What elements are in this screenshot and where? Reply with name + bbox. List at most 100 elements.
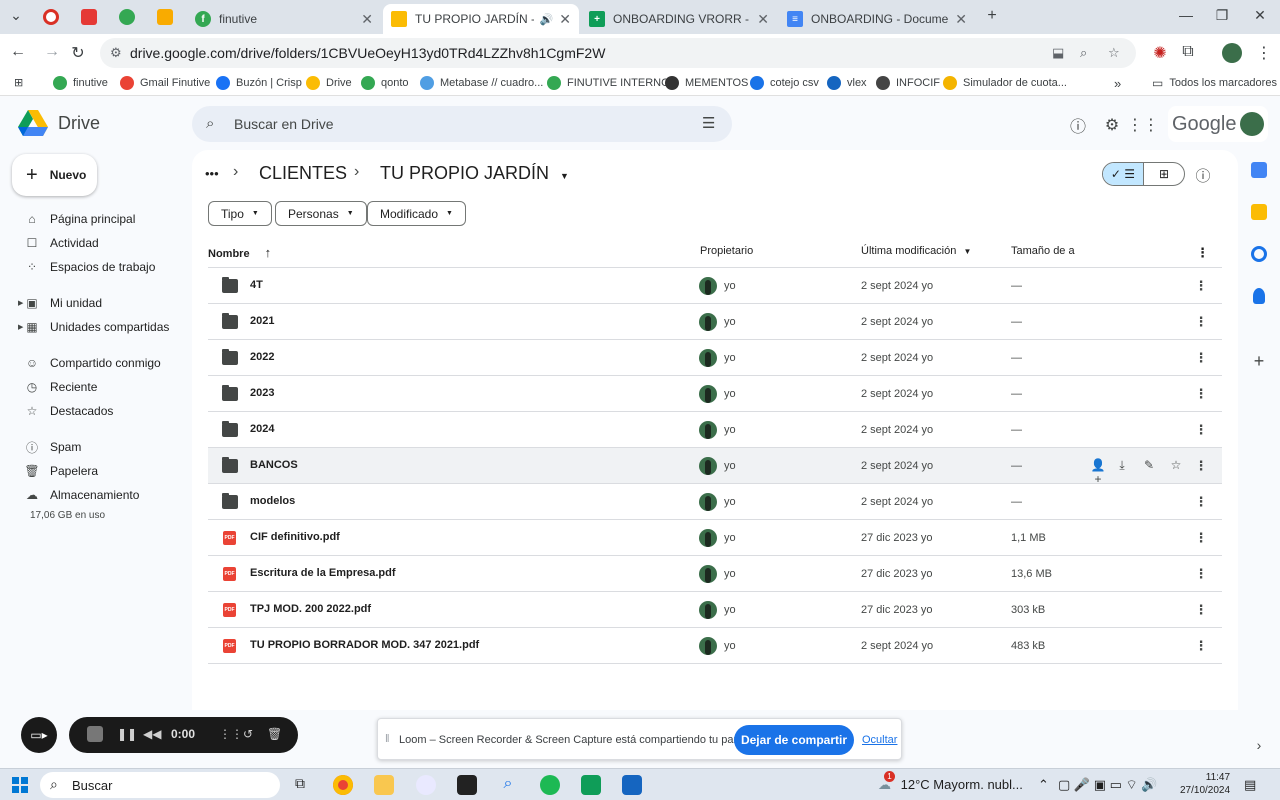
stop-recording-icon[interactable]	[87, 726, 103, 742]
file-row[interactable]: 2024 yo 2 sept 2024 yo — ⋮	[208, 412, 1222, 448]
speaker-icon[interactable]: 🔊	[540, 13, 554, 26]
keep-icon[interactable]	[1251, 204, 1267, 220]
search-options-icon[interactable]: ☰	[702, 114, 715, 132]
restart-icon[interactable]: ↺	[243, 727, 253, 741]
more-actions-icon[interactable]: ⋮	[1194, 458, 1208, 474]
file-row[interactable]: BANCOS yo 2 sept 2024 yo — 👤+ ⤓ ✎ ☆ ⋮	[208, 448, 1222, 486]
minimize-icon[interactable]: —	[1176, 7, 1196, 23]
bookmark-item[interactable]: vlex	[827, 76, 867, 90]
sidebar-item-shared-drives[interactable]: ▶ ▦ Unidades compartidas	[18, 316, 169, 338]
more-actions-icon[interactable]: ⋮	[1194, 638, 1208, 654]
chrome-menu-icon[interactable]: ⋮	[1254, 43, 1274, 63]
more-actions-icon[interactable]: ⋮	[1194, 566, 1208, 582]
bookmark-item[interactable]: Simulador de cuota...	[943, 76, 1067, 90]
sort-ascending-icon[interactable]: ↑	[265, 245, 272, 260]
star-icon[interactable]: ☆	[1168, 458, 1184, 472]
drag-handle-icon[interactable]: ‖	[385, 733, 390, 745]
google-apps-icon[interactable]: ⋮⋮	[1127, 114, 1159, 136]
more-bookmarks-icon[interactable]: »	[1114, 76, 1121, 91]
breadcrumb-parent[interactable]: CLIENTES	[259, 163, 347, 184]
list-view-icon[interactable]: ✓ ☰	[1103, 163, 1144, 185]
file-row[interactable]: PDF Escritura de la Empresa.pdf yo 27 dic 2…	[208, 556, 1222, 592]
site-info-icon[interactable]: ⚙	[110, 45, 122, 61]
column-name[interactable]: Nombre ↑	[208, 245, 271, 260]
more-actions-icon[interactable]: ⋮	[1194, 494, 1208, 510]
collapse-panel-icon[interactable]: ›	[1248, 734, 1270, 756]
all-bookmarks[interactable]: ▭ Todos los marcadores	[1152, 76, 1277, 90]
sidebar-item-activity[interactable]: ☐ Actividad	[18, 232, 99, 254]
reload-icon[interactable]: ↻	[68, 43, 88, 63]
excel-icon[interactable]	[581, 775, 601, 795]
close-tab-icon[interactable]: ✕	[361, 11, 373, 28]
drive-search-input[interactable]: ⌕ Buscar en Drive ☰	[192, 106, 732, 142]
bookmark-item[interactable]: finutive	[53, 76, 108, 90]
new-tab-button[interactable]: +	[982, 7, 1002, 25]
tab-docs[interactable]: ≡ ONBOARDING - Documentos de Google ✕	[779, 4, 975, 34]
grid-view-icon[interactable]: ⊞	[1144, 163, 1184, 185]
sidebar-item-starred[interactable]: ☆ Destacados	[18, 400, 114, 422]
taskbar-search[interactable]: ⌕ Buscar	[40, 772, 280, 798]
apps-grid-icon[interactable]: ⊞	[14, 76, 23, 89]
rewind-icon[interactable]: ◀◀	[143, 727, 161, 741]
drag-handle-icon[interactable]: ⋮⋮	[219, 727, 243, 741]
more-actions-icon[interactable]: ⋮	[1194, 422, 1208, 438]
spotify-icon[interactable]	[540, 775, 560, 795]
bookmark-item[interactable]: FINUTIVE INTERNO	[547, 76, 670, 90]
chrome-app-icon[interactable]	[333, 775, 353, 795]
bookmark-item[interactable]: INFOCIF	[876, 76, 940, 90]
sidebar-item-workspaces[interactable]: ⁘ Espacios de trabajo	[18, 256, 155, 278]
tab-search-icon[interactable]: ⌄	[6, 7, 26, 24]
pinned-tab-app[interactable]	[81, 9, 97, 25]
tray-app-icons[interactable]: ▢ 🎤 ▣ ▭ ⌔ 🔊	[1058, 777, 1158, 793]
file-row[interactable]: 4T yo 2 sept 2024 yo — ⋮	[208, 268, 1222, 304]
pinned-tab-group[interactable]	[157, 9, 173, 25]
restore-icon[interactable]: ❐	[1212, 7, 1232, 24]
extensions-puzzle-icon[interactable]: ⧉	[1178, 43, 1198, 61]
install-app-icon[interactable]: ⬓	[1052, 45, 1064, 61]
calendar-icon[interactable]	[1251, 162, 1267, 178]
filter-type[interactable]: Tipo ▼	[208, 201, 272, 226]
more-actions-icon[interactable]: ⋮	[1194, 386, 1208, 402]
more-actions-icon[interactable]: ⋮	[1194, 314, 1208, 330]
close-window-icon[interactable]: ✕	[1250, 7, 1270, 24]
snipping-tool-icon[interactable]	[416, 775, 436, 795]
back-icon[interactable]: ←	[8, 43, 28, 61]
column-options-icon[interactable]: ⋮	[1196, 245, 1209, 261]
contacts-icon[interactable]	[1253, 288, 1265, 304]
tab-finutive[interactable]: f finutive ✕	[187, 4, 381, 34]
zoom-icon[interactable]: ⌕	[1080, 45, 1087, 61]
close-tab-icon[interactable]: ✕	[955, 11, 967, 28]
more-actions-icon[interactable]: ⋮	[1194, 278, 1208, 294]
bookmark-item[interactable]: Gmail Finutive	[120, 76, 210, 90]
view-toggle[interactable]: ✓ ☰ ⊞	[1102, 162, 1185, 186]
column-owner[interactable]: Propietario	[700, 245, 753, 257]
file-row[interactable]: PDF CIF definitivo.pdf yo 27 dic 2023 yo 1,1…	[208, 520, 1222, 556]
column-size[interactable]: Tamaño de a	[1011, 245, 1075, 257]
sidebar-item-my-drive[interactable]: ▶ ▣ Mi unidad	[18, 292, 102, 314]
filter-people[interactable]: Personas ▼	[275, 201, 367, 226]
help-icon[interactable]: ⓘ	[1067, 114, 1089, 136]
bookmark-item[interactable]: Metabase // cuadro...	[420, 76, 543, 90]
search-app-icon[interactable]: ⌕	[498, 775, 518, 795]
breadcrumb-ellipsis[interactable]: •••	[205, 166, 219, 181]
expand-arrow-icon[interactable]: ▶	[18, 323, 23, 331]
sidebar-item-storage[interactable]: ☁ Almacenamiento	[18, 484, 139, 506]
tasks-icon[interactable]	[1251, 246, 1267, 262]
bookmark-item[interactable]: cotejo csv	[750, 76, 819, 90]
download-icon[interactable]: ⤓	[1114, 458, 1130, 473]
close-tab-icon[interactable]: ✕	[559, 11, 571, 28]
close-tab-icon[interactable]: ✕	[757, 11, 769, 28]
more-actions-icon[interactable]: ⋮	[1194, 530, 1208, 546]
more-actions-icon[interactable]: ⋮	[1194, 602, 1208, 618]
weather-widget[interactable]: 1 ☁ 12°C Mayorm. nubl...	[878, 771, 1023, 793]
sidebar-item-shared-with-me[interactable]: ☺ Compartido conmigo	[18, 352, 161, 374]
file-explorer-icon[interactable]	[374, 775, 394, 795]
file-row[interactable]: PDF TPJ MOD. 200 2022.pdf yo 27 dic 2023 yo…	[208, 592, 1222, 628]
file-row[interactable]: PDF TU PROPIO BORRADOR MOD. 347 2021.pdf y…	[208, 628, 1222, 664]
bookmark-item[interactable]: Buzón | Crisp	[216, 76, 302, 90]
file-row[interactable]: 2023 yo 2 sept 2024 yo — ⋮	[208, 376, 1222, 412]
tab-drive[interactable]: TU PROPIO JARDÍN - Google Drive 🔊 ✕	[383, 4, 579, 34]
bookmark-item[interactable]: qonto	[361, 76, 409, 90]
pinned-tab-finutive[interactable]	[119, 9, 135, 25]
pinned-tab-record[interactable]	[43, 9, 59, 25]
